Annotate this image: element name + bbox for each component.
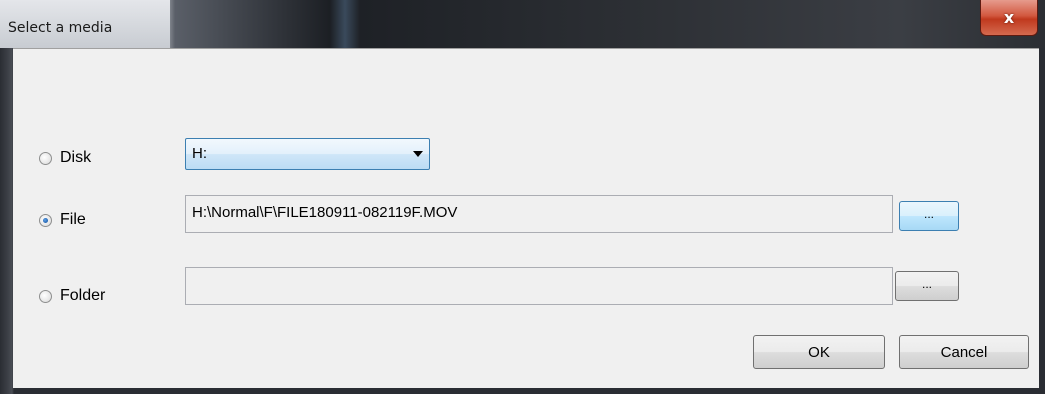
disk-option[interactable]: Disk — [39, 149, 91, 167]
folder-path-field[interactable] — [185, 267, 893, 305]
file-label: File — [60, 211, 86, 228]
window-title: Select a media — [8, 20, 113, 36]
dialog-client-area: Disk H: File H:\Normal\F\FILE180911-0821… — [13, 48, 1039, 388]
title-bar[interactable]: Select a media x — [0, 0, 1045, 48]
close-icon: x — [1003, 8, 1015, 27]
close-button[interactable]: x — [980, 0, 1038, 36]
file-browse-button[interactable]: ... — [899, 201, 959, 231]
folder-option[interactable]: Folder — [39, 287, 105, 305]
folder-label: Folder — [60, 287, 106, 304]
file-option[interactable]: File — [39, 211, 86, 229]
file-browse-label: ... — [923, 207, 934, 221]
cancel-button[interactable]: Cancel — [899, 335, 1029, 369]
file-path-value: H:\Normal\F\FILE180911-082119F.MOV — [192, 204, 458, 221]
disk-label: Disk — [60, 149, 92, 166]
disk-select[interactable]: H: — [185, 138, 430, 170]
folder-browse-label: ... — [921, 277, 932, 291]
ok-button[interactable]: OK — [753, 335, 885, 369]
cancel-label: Cancel — [940, 343, 988, 361]
chevron-down-icon — [413, 151, 423, 157]
dialog-window: Select a media x Disk H: File H:\Normal\… — [0, 0, 1045, 394]
file-radio[interactable] — [39, 213, 52, 227]
file-path-field[interactable]: H:\Normal\F\FILE180911-082119F.MOV — [185, 195, 893, 233]
disk-select-value: H: — [192, 145, 207, 162]
disk-radio[interactable] — [39, 151, 52, 165]
folder-browse-button[interactable]: ... — [895, 271, 959, 301]
ok-label: OK — [808, 343, 830, 361]
folder-radio[interactable] — [39, 289, 52, 303]
